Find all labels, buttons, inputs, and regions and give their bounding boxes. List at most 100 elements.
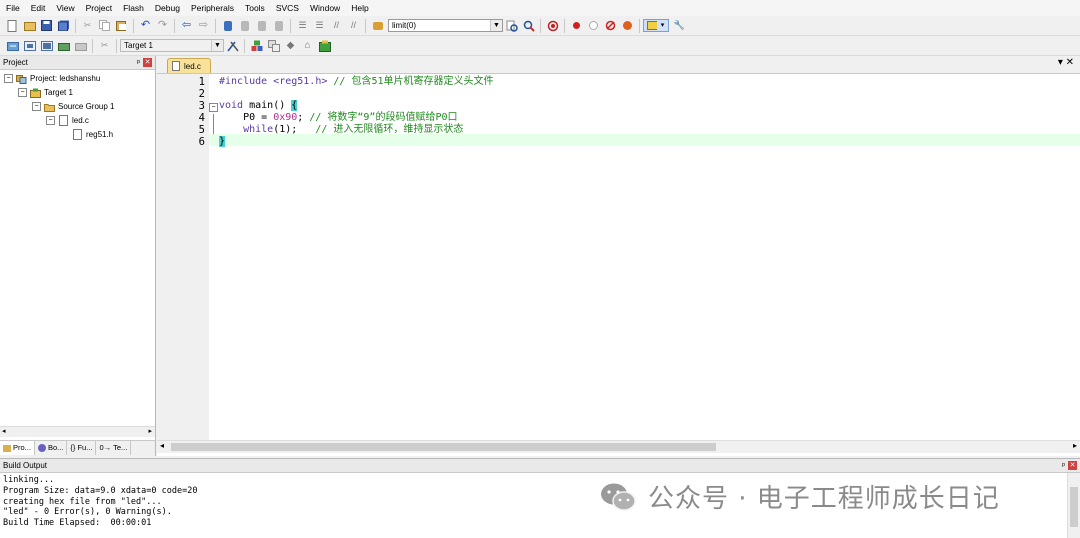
scroll-left-icon[interactable]: ◂ — [2, 427, 6, 435]
menu-debug[interactable]: Debug — [149, 0, 185, 16]
copy-icon[interactable] — [98, 19, 111, 32]
manage-components-icon[interactable] — [250, 39, 263, 52]
target-options-icon[interactable] — [226, 39, 239, 52]
tab-project[interactable]: Pro... — [0, 441, 35, 455]
scroll-thumb[interactable] — [1070, 487, 1078, 527]
close-icon[interactable]: ✕ — [143, 58, 152, 67]
breakpoint-kill-all-icon[interactable] — [621, 19, 634, 32]
code-comment: // 包含51单片机寄存器定义头文件 — [327, 76, 494, 87]
tree-node-file[interactable]: − led.c — [46, 114, 89, 127]
scroll-right-icon[interactable]: ▸ — [1073, 441, 1077, 450]
chevron-down-icon[interactable]: ▼ — [211, 40, 223, 51]
menu-edit[interactable]: Edit — [25, 0, 51, 16]
find-in-files-icon[interactable] — [371, 19, 384, 32]
translate-icon[interactable] — [6, 39, 19, 52]
collapse-icon[interactable]: − — [46, 116, 55, 125]
chevron-down-icon[interactable]: ▾ — [657, 20, 668, 31]
toolbar-separator — [133, 18, 134, 33]
breakpoint-enable-icon[interactable] — [587, 19, 600, 32]
toolbar-separator — [174, 18, 175, 33]
save-icon[interactable] — [40, 19, 53, 32]
tree-node-project[interactable]: − Project: ledshanshu — [4, 72, 100, 85]
uncomment-icon[interactable]: // — [347, 19, 360, 32]
batch-build-icon[interactable] — [57, 39, 70, 52]
event-recorder-icon[interactable] — [318, 39, 331, 52]
folder-icon — [44, 102, 55, 112]
menu-window[interactable]: Window — [304, 0, 345, 16]
file-extensions-icon[interactable] — [267, 39, 280, 52]
debug-session-icon[interactable] — [546, 19, 559, 32]
target-select[interactable]: Target 1 ▼ — [120, 39, 224, 52]
tree-node-target[interactable]: − Target 1 — [18, 86, 73, 99]
collapse-icon[interactable]: − — [18, 88, 27, 97]
cut-icon[interactable]: ✂ — [81, 19, 94, 32]
line-number: 4 — [198, 112, 205, 124]
bookmark-toggle-icon[interactable] — [221, 19, 234, 32]
code-line: void main() { — [219, 100, 1080, 112]
tab-books-label: Bo... — [47, 443, 64, 452]
window-layout-button[interactable]: ▾ — [643, 19, 669, 32]
breakpoint-insert-icon[interactable] — [570, 19, 583, 32]
undo-icon[interactable]: ↶ — [139, 19, 152, 32]
stop-build-icon[interactable] — [74, 39, 87, 52]
menu-peripherals[interactable]: Peripherals — [185, 0, 239, 16]
toolbar-separator — [116, 38, 117, 53]
tree-node-header[interactable]: reg51.h — [72, 128, 113, 141]
select-packs-icon[interactable]: ◆ — [284, 39, 297, 52]
tree-node-group[interactable]: − Source Group 1 — [32, 100, 114, 113]
unindent-icon[interactable]: ☰ — [313, 19, 326, 32]
close-icon[interactable]: ✕ — [1068, 461, 1077, 470]
paste-icon[interactable] — [115, 19, 128, 32]
breakpoint-disable-all-icon[interactable] — [604, 19, 617, 32]
download-icon[interactable]: ✂ — [98, 39, 111, 52]
indent-icon[interactable]: ☰ — [296, 19, 309, 32]
menu-project[interactable]: Project — [80, 0, 117, 16]
toolbar-separator — [75, 18, 76, 33]
find-combo[interactable]: limit(0) ▼ — [388, 19, 503, 32]
menu-svcs[interactable]: SVCS — [270, 0, 304, 16]
save-all-icon[interactable] — [57, 19, 70, 32]
code-area[interactable]: #include <reg51.h> // 包含51单片机寄存器定义头文件 vo… — [209, 74, 1080, 440]
menu-help[interactable]: Help — [345, 0, 373, 16]
new-file-icon[interactable] — [6, 19, 19, 32]
nav-back-icon[interactable]: ⇦ — [180, 19, 193, 32]
nav-forward-icon[interactable]: ⇨ — [197, 19, 210, 32]
code-line: } — [219, 136, 1080, 148]
editor-tab-led-c[interactable]: led.c — [167, 58, 211, 73]
menu-tools[interactable]: Tools — [239, 0, 270, 16]
configure-tools-icon[interactable]: 🔧 — [673, 19, 686, 32]
menu-file[interactable]: File — [0, 0, 25, 16]
bookmark-next-icon[interactable] — [255, 19, 268, 32]
scroll-thumb[interactable] — [171, 443, 716, 451]
pack-installer-icon[interactable]: ⌂ — [301, 39, 314, 52]
line-number: 6 — [198, 136, 205, 148]
rebuild-icon[interactable] — [40, 39, 53, 52]
menu-view[interactable]: View — [50, 0, 79, 16]
build-output-vscrollbar[interactable] — [1067, 473, 1080, 538]
collapse-icon[interactable]: − — [4, 74, 13, 83]
bookmark-clear-icon[interactable] — [272, 19, 285, 32]
comment-icon[interactable]: // — [330, 19, 343, 32]
chevron-down-icon[interactable]: ▼ — [490, 20, 502, 31]
tab-functions[interactable]: {} Fu... — [67, 441, 97, 455]
scroll-left-icon[interactable]: ◂ — [160, 441, 164, 450]
editor-hscrollbar[interactable]: ◂ ▸ — [157, 440, 1080, 453]
find-icon[interactable] — [505, 19, 518, 32]
redo-icon[interactable]: ↷ — [156, 19, 169, 32]
close-icon[interactable]: ▾ ✕ — [1058, 57, 1074, 68]
tab-templates[interactable]: 0→ Te... — [96, 441, 132, 455]
tab-books[interactable]: Bo... — [35, 441, 68, 455]
watermark-text: 公众号 · 电子工程师成长日记 — [648, 484, 1000, 514]
toolbar-separator — [564, 18, 565, 33]
incremental-find-icon[interactable] — [522, 19, 535, 32]
pin-icon[interactable]: ᵖ — [1062, 459, 1065, 472]
menu-flash[interactable]: Flash — [117, 0, 149, 16]
build-icon[interactable] — [23, 39, 36, 52]
scroll-right-icon[interactable]: ▸ — [148, 427, 152, 435]
project-hscrollbar[interactable]: ◂ ▸ — [0, 426, 155, 437]
open-folder-icon[interactable] — [23, 19, 36, 32]
collapse-icon[interactable]: − — [32, 102, 41, 111]
pin-icon[interactable]: ᵖ — [137, 56, 140, 69]
tab-project-label: Pro... — [13, 443, 31, 452]
bookmark-prev-icon[interactable] — [238, 19, 251, 32]
